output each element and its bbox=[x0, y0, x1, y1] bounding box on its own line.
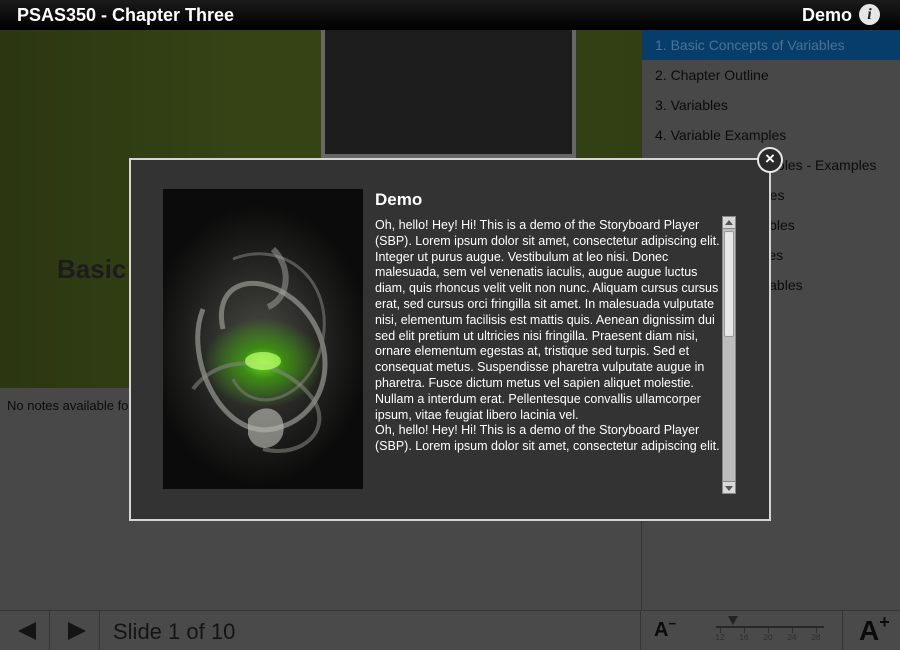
scroll-down-arrow-icon[interactable] bbox=[723, 481, 735, 493]
resources-demo-link[interactable]: Demo bbox=[802, 5, 852, 26]
demo-dialog: Demo Oh, hello! Hey! Hi! This is a demo … bbox=[129, 158, 771, 521]
dialog-scrollbar[interactable] bbox=[722, 216, 736, 494]
scroll-up-arrow-icon[interactable] bbox=[723, 217, 735, 229]
dialog-title: Demo bbox=[375, 190, 423, 209]
info-icon[interactable]: i bbox=[859, 4, 880, 25]
dialog-body-text-repeat: Oh, hello! Hey! Hi! This is a demo of th… bbox=[375, 423, 720, 454]
artwork-swirl-icon bbox=[191, 246, 328, 453]
dialog-body-text: Oh, hello! Hey! Hi! This is a demo of th… bbox=[375, 218, 720, 422]
scroll-thumb[interactable] bbox=[724, 231, 734, 337]
title-bar: PSAS350 - Chapter Three Demo i bbox=[0, 0, 900, 30]
close-icon[interactable]: × bbox=[757, 147, 783, 173]
dialog-body: Oh, hello! Hey! Hi! This is a demo of th… bbox=[375, 218, 720, 490]
demo-artwork-image bbox=[163, 189, 363, 489]
course-title: PSAS350 - Chapter Three bbox=[17, 5, 235, 25]
